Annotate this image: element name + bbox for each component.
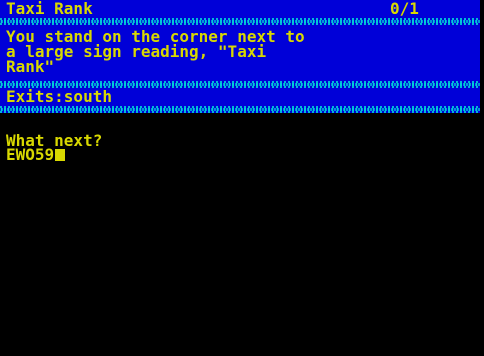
room-description: You stand on the corner next to a large … <box>0 25 484 81</box>
exits-label: Exits:south <box>6 87 112 106</box>
exits-bar: Exits:south <box>0 88 484 106</box>
divider <box>0 18 484 25</box>
command-input[interactable]: EWO59 <box>6 145 66 164</box>
score-counter: 0/1 <box>390 0 419 18</box>
location-title: Taxi Rank <box>6 0 93 18</box>
command-input-text[interactable]: EWO59 <box>6 145 54 164</box>
status-bar: Taxi Rank 0/1 <box>0 0 484 18</box>
screen-border <box>480 0 484 356</box>
game-screen: Taxi Rank 0/1 You stand on the corner ne… <box>0 0 484 356</box>
description-line: Rank" <box>6 57 55 76</box>
text-cursor <box>55 149 66 161</box>
divider <box>0 106 484 113</box>
